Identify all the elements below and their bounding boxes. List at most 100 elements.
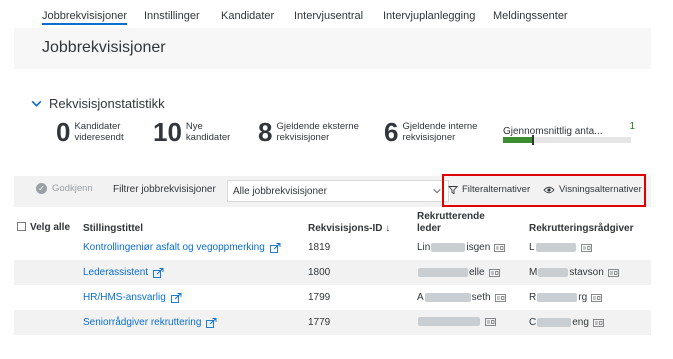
redacted-text [418,268,468,277]
tab-kandidater[interactable]: Kandidater [221,10,274,22]
table-row[interactable]: Kontrollingeniør asfalt og vegoppmerking… [14,235,651,260]
requisition-id: 1819 [308,242,331,253]
redacted-text [537,318,572,327]
contact-card-icon [494,293,506,302]
advisor-name-part: C [529,317,537,328]
redacted-text [538,268,569,277]
requisition-id: 1799 [308,292,331,303]
average-value: 1 [629,121,635,132]
tab-intervjusentral[interactable]: Intervjusentral [294,10,363,22]
kpi-label: Kandidater videresendt [74,121,123,143]
external-link-icon [206,317,217,328]
recruiting-leader: Aseth [417,292,506,303]
kpi-label: Gjeldende interne rekvisisjoner [402,121,477,143]
filter-label: Filtrer jobbrekvisisjoner [113,184,216,195]
table-row[interactable]: Seniorrådgiver rekruttering 1779 Ceng [14,310,651,335]
recruiting-advisor: L [529,242,592,253]
kpi-internal-requisitions: 6 Gjeldende interne rekvisisjoner [384,119,477,145]
external-link-icon [269,242,281,253]
filter-options-button[interactable]: Filteralternativer [448,184,530,195]
contact-card-icon [591,293,603,302]
tab-innstillinger[interactable]: Innstillinger [144,10,200,22]
leader-name-part: isgen [466,242,491,253]
average-metric: Gjennomsnittlig anta... 1 [503,121,635,145]
leader-name-part: A [417,292,424,303]
kpi-forwarded-candidates: 0 Kandidater videresendt [56,119,124,145]
contact-card-icon [580,243,592,252]
tab-intervjuplanlegging[interactable]: Intervjuplanlegging [383,10,475,22]
column-header-title[interactable]: Stillingstittel [83,223,143,235]
contact-card-icon [494,243,506,252]
filter-select[interactable]: Alle jobbrekvisisjoner [227,180,449,202]
advisor-name-part: L [529,242,535,253]
kpi-label-line2: videresendt [74,132,124,143]
contact-card-icon [607,268,619,277]
job-title-link[interactable]: Lederassistent [83,267,164,278]
tab-meldingssenter[interactable]: Meldingssenter [493,10,568,22]
advisor-name-part: stavson [569,267,604,278]
view-options-button[interactable]: Visningsalternativer [543,184,642,195]
job-title-link[interactable]: HR/HMS-ansvarlig [83,292,182,303]
column-header-leader-line1: Rekrutterende [417,211,485,222]
redacted-text [431,243,466,252]
kpi-label-line1: Gjeldende interne [402,121,478,132]
advisor-name-part: rg [578,292,588,303]
table-row[interactable]: HR/HMS-ansvarlig 1799 Aseth Rrg [14,285,651,310]
kpi-label-line2: rekvisisjoner [402,132,456,143]
chevron-down-icon [433,188,441,194]
leader-name-part: Lin [417,242,431,253]
external-link-icon [170,292,182,303]
kpi-label-line1: Kandidater [74,121,121,132]
contact-card-icon [593,318,604,327]
average-progress-marker [532,135,534,145]
job-title-link[interactable]: Kontrollingeniør asfalt og vegoppmerking [83,242,281,253]
leader-name-part: elle [469,267,485,278]
column-header-leader-line2: leder [417,223,441,234]
select-all[interactable]: Velg alle [17,222,70,234]
redacted-text [424,293,471,302]
approve-check-icon: ✓ [36,183,47,194]
column-header-id[interactable]: Rekvisisjons-ID ↓ [308,223,390,235]
column-header-advisor[interactable]: Rekrutteringsrådgiver [529,223,633,235]
kpi-value: 8 [258,117,273,147]
tab-jobbrekvisisjoner[interactable]: Jobbrekvisisjoner [42,10,127,25]
recruiting-advisor: Rrg [529,292,603,303]
select-all-checkbox[interactable] [17,222,26,231]
kpi-label-line1: Gjeldende eksterne [276,121,359,132]
page-header: Jobbrekvisisjoner [14,28,651,69]
filter-select-value: Alle jobbrekvisisjoner [233,186,327,197]
leader-name-part: seth [471,292,491,303]
kpi-value: 0 [56,117,71,147]
kpi-new-candidates: 10 Nye kandidater [153,119,230,145]
table-row[interactable]: Lederassistent 1800 elle Mstavson [14,260,651,285]
approve-label: Godkjenn [52,183,93,194]
recruiting-advisor: Ceng [529,317,604,328]
advisor-name-part: M [529,267,538,278]
top-navigation: Jobbrekvisisjoner Innstillinger Kandidat… [0,10,673,28]
requisition-id: 1800 [308,267,331,278]
job-title-link[interactable]: Seniorrådgiver rekruttering [83,317,217,328]
average-progress-bar [503,135,631,145]
view-options-label: Visningsalternativer [559,184,642,195]
recruiting-leader [417,317,496,326]
stats-title: Rekvisisjonstatistikk [49,96,165,111]
column-header-leader[interactable]: Rekrutterende leder [417,211,485,235]
advisor-name-part: eng [572,317,589,328]
kpi-label: Gjeldende eksterne rekvisisjoner [276,121,358,143]
approve-button[interactable]: ✓ Godkjenn [36,183,93,194]
advisor-name-part: R [529,292,537,303]
redacted-text [418,317,480,326]
average-label: Gjennomsnittlig anta... [503,126,603,137]
contact-card-icon [488,268,500,277]
contact-card-icon [485,317,496,326]
recruiting-leader: Lin isgen [417,242,506,253]
external-link-icon [153,267,164,278]
eye-icon [543,186,555,193]
chevron-down-icon [31,100,42,107]
page-title: Jobbrekvisisjoner [42,39,166,56]
kpi-label-line2: rekvisisjoner [276,132,330,143]
job-title-text: Lederassistent [83,267,149,278]
select-all-label: Velg alle [30,222,71,233]
stats-toggle[interactable]: Rekvisisjonstatistikk [30,96,165,111]
kpi-label: Nye kandidater [186,121,230,143]
